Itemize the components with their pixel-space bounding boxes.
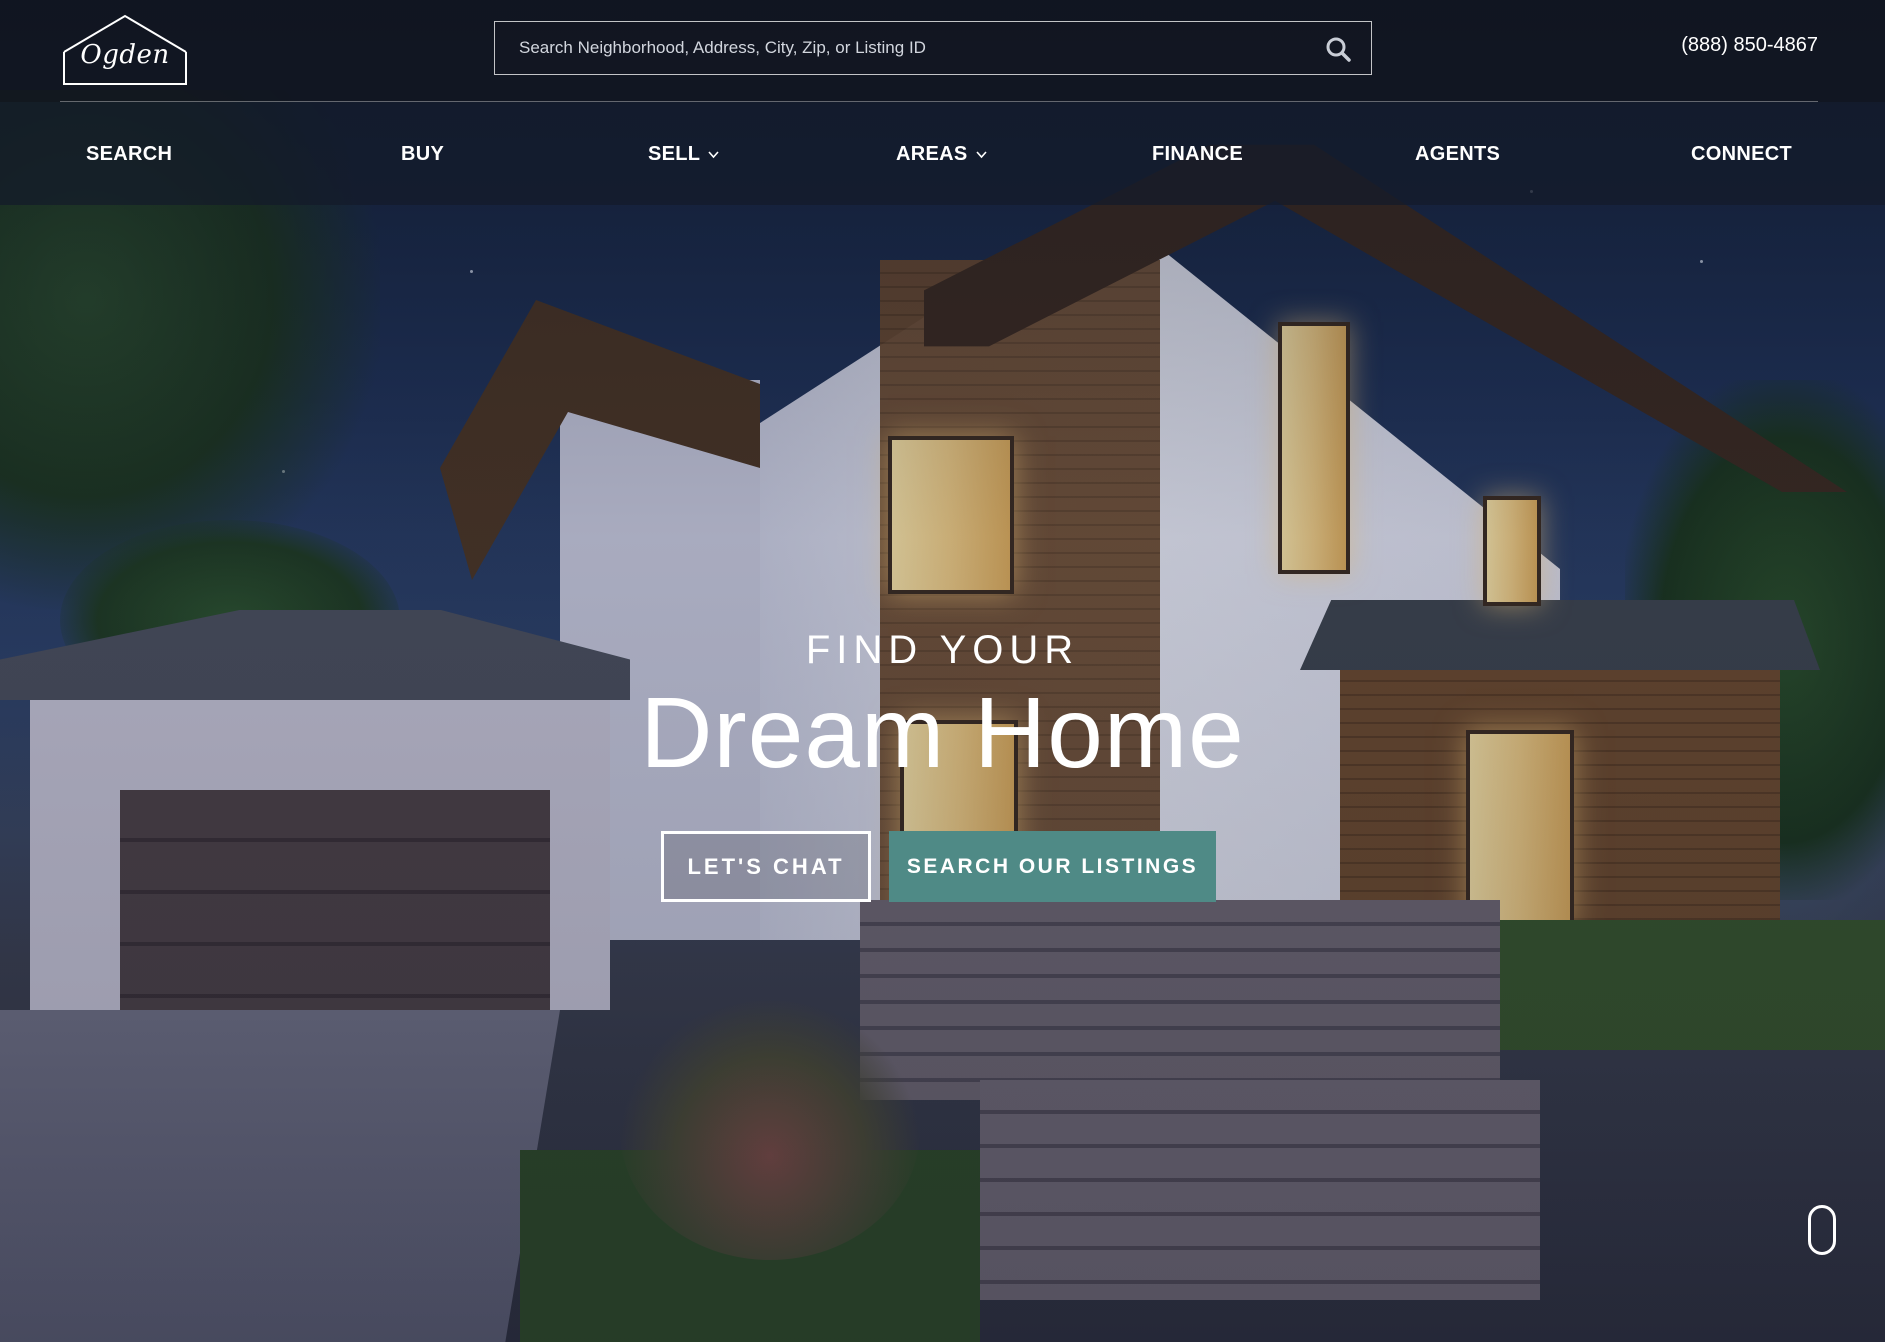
hero-kicker: FIND YOUR [805, 628, 1080, 672]
nav-item-label: AGENTS [1415, 143, 1501, 165]
chevron-down-icon [708, 151, 719, 159]
hero-headline: Dream Home [640, 677, 1245, 789]
logo-wordmark: Ogden [80, 40, 170, 70]
top-header-bar: Ogden Search Neighborhood, Address, City… [0, 0, 1885, 102]
mouse-scroll-icon[interactable] [1808, 1205, 1836, 1255]
nav-item-agents[interactable]: AGENTS [1415, 143, 1500, 166]
nav-item-label: CONNECT [1691, 143, 1792, 165]
site-logo[interactable]: Ogden [60, 14, 190, 86]
nav-item-buy[interactable]: BUY [401, 143, 444, 166]
nav-item-label: SEARCH [86, 143, 173, 165]
nav-item-label: BUY [401, 143, 445, 165]
search-listings-button[interactable]: SEARCH OUR LISTINGS [889, 831, 1216, 902]
nav-item-search[interactable]: SEARCH [86, 143, 172, 166]
nav-item-label: FINANCE [1152, 143, 1243, 165]
lets-chat-button[interactable]: LET'S CHAT [661, 831, 871, 902]
nav-item-connect[interactable]: CONNECT [1691, 143, 1792, 166]
search-icon[interactable] [1325, 36, 1351, 62]
search-placeholder: Search Neighborhood, Address, City, Zip,… [519, 38, 926, 57]
chevron-down-icon [975, 151, 987, 159]
nav-item-label: SELL [648, 143, 701, 165]
nav-item-sell[interactable]: SELL [648, 143, 719, 166]
nav-item-areas[interactable]: AREAS [896, 143, 987, 166]
search-input[interactable]: Search Neighborhood, Address, City, Zip,… [494, 21, 1372, 75]
nav-item-label: AREAS [896, 143, 968, 165]
phone-number-link[interactable]: (888) 850-4867 [1681, 34, 1818, 57]
nav-item-finance[interactable]: FINANCE [1152, 143, 1243, 166]
